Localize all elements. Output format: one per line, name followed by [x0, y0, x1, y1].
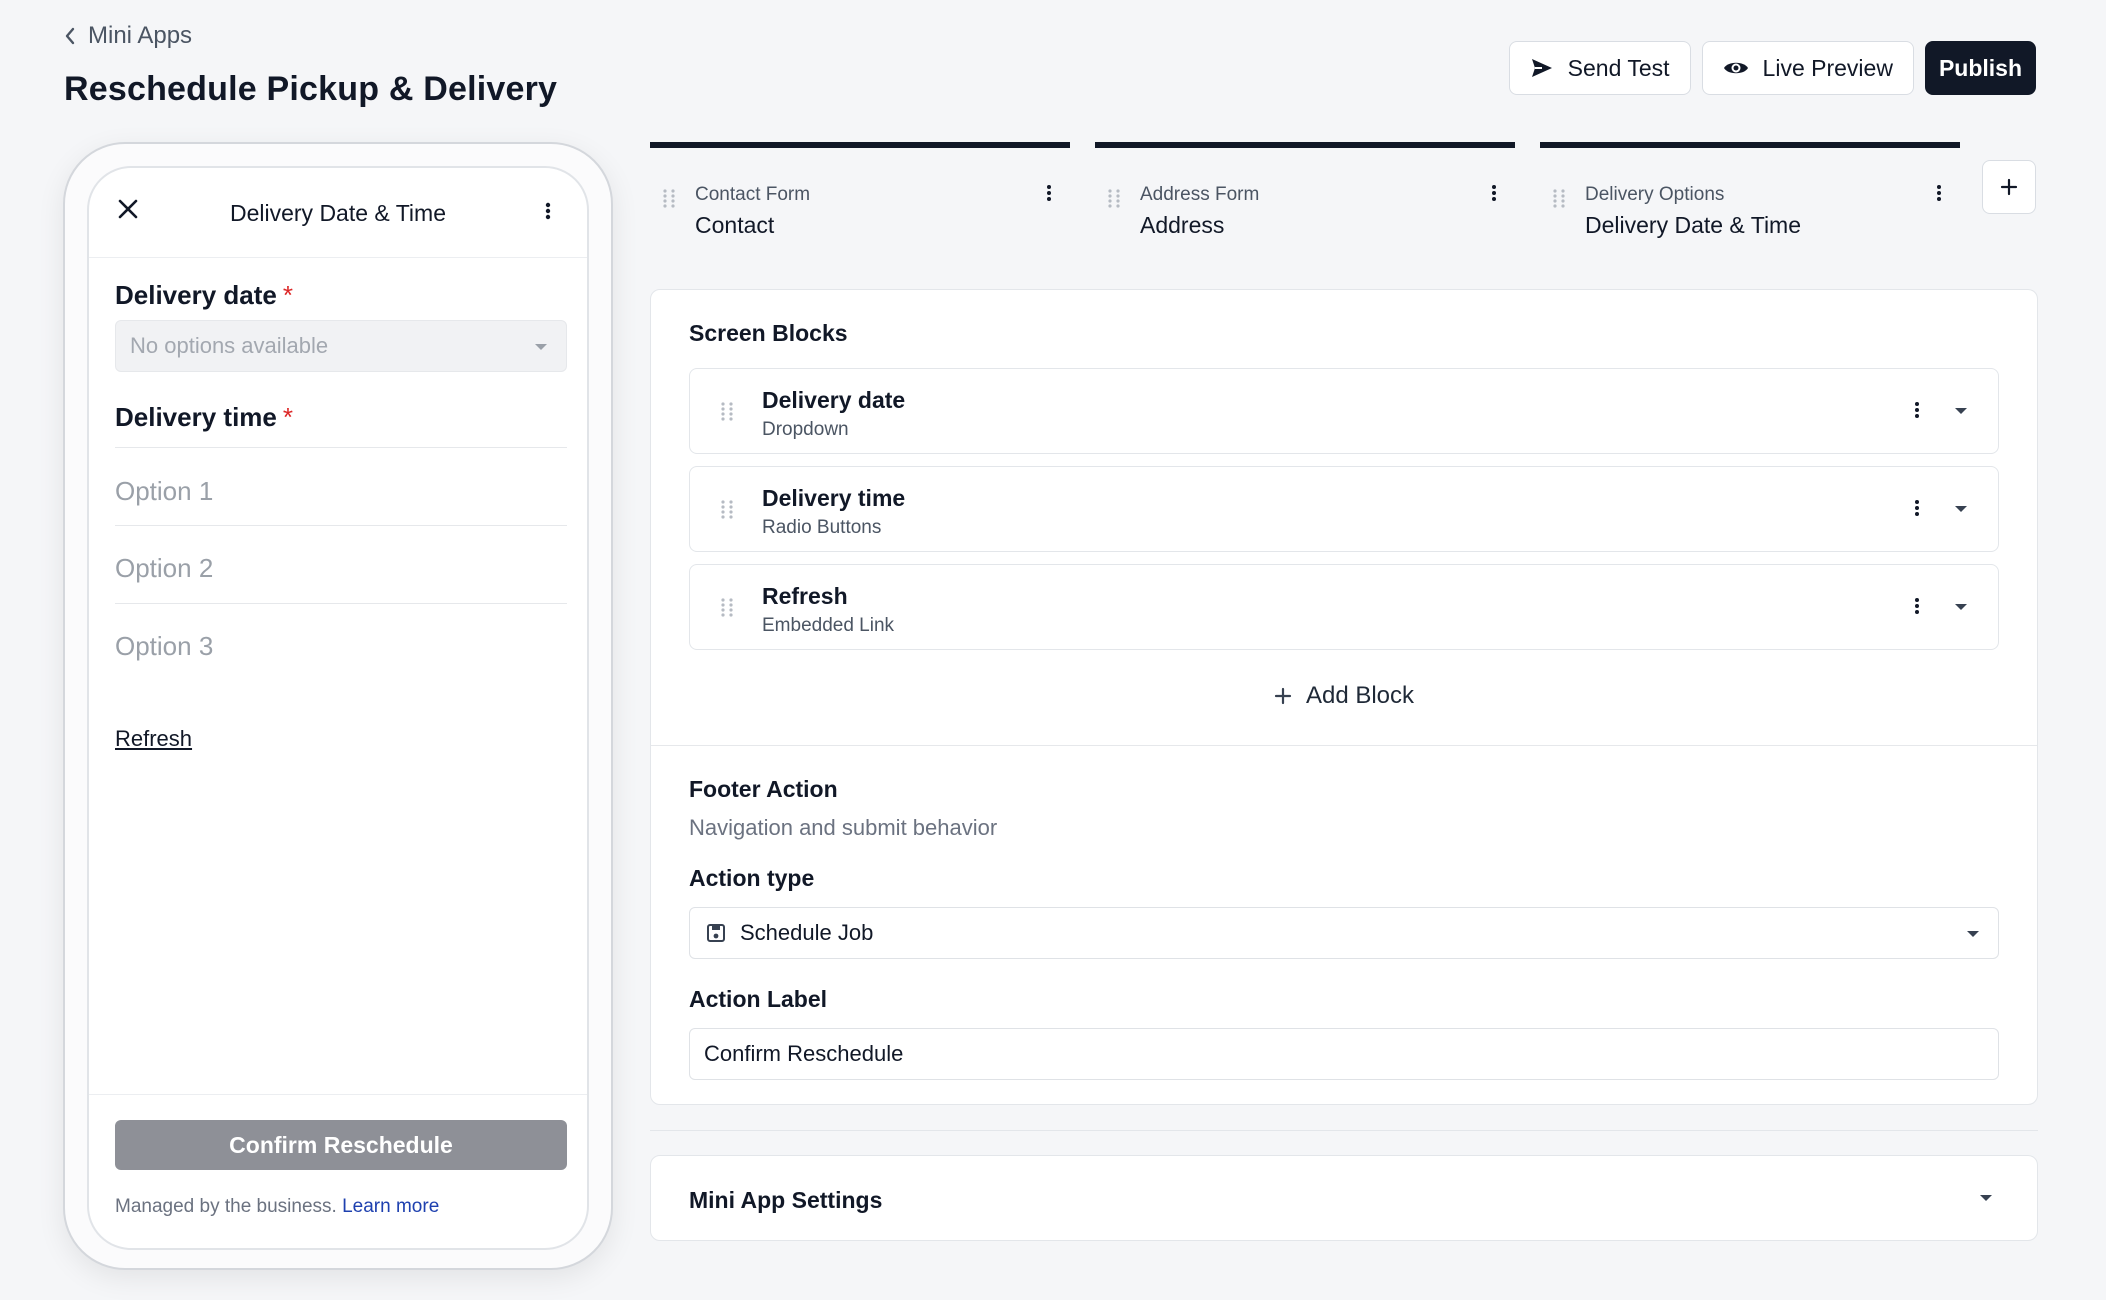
drag-grip-icon[interactable]	[720, 597, 734, 617]
toolbar: Send Test Live Preview Publish	[1508, 41, 2036, 95]
time-option-3[interactable]: Option 3	[115, 631, 213, 662]
block-row-refresh[interactable]: Refresh Embedded Link	[689, 564, 1999, 650]
screen-blocks-title: Screen Blocks	[689, 320, 848, 346]
drag-grip-icon[interactable]	[1552, 188, 1566, 208]
save-icon	[706, 923, 726, 943]
caret-down-icon	[534, 343, 548, 351]
more-vertical-icon[interactable]	[1914, 401, 1920, 419]
caret-down-icon[interactable]	[1979, 1194, 1993, 1202]
managed-note: Managed by the business. Learn more	[115, 1196, 439, 1218]
divider	[650, 1130, 2038, 1131]
caret-down-icon[interactable]	[1954, 407, 1968, 415]
block-type: Dropdown	[762, 419, 849, 440]
screen-type: Delivery Options	[1585, 184, 1725, 205]
delivery-date-dropdown[interactable]: No options available	[115, 320, 567, 372]
block-row-delivery-time[interactable]: Delivery time Radio Buttons	[689, 466, 1999, 552]
screen-type: Address Form	[1140, 184, 1260, 205]
confirm-reschedule-button[interactable]: Confirm Reschedule	[115, 1120, 567, 1170]
refresh-link[interactable]: Refresh	[115, 726, 192, 752]
action-type-value: Schedule Job	[740, 920, 874, 945]
screen-tab-contact[interactable]: Contact Form Contact	[650, 142, 1070, 238]
chevron-left-icon	[64, 27, 76, 45]
preview-header: Delivery Date & Time	[89, 168, 587, 258]
delivery-date-placeholder: No options available	[130, 333, 329, 358]
mini-app-settings-title: Mini App Settings	[689, 1187, 883, 1213]
screen-tab-delivery-options[interactable]: Delivery Options Delivery Date & Time	[1540, 142, 1960, 238]
screen-name: Delivery Date & Time	[1585, 212, 1802, 238]
live-preview-button[interactable]: Live Preview	[1701, 41, 1914, 95]
send-test-button[interactable]: Send Test	[1508, 41, 1691, 95]
drag-grip-icon[interactable]	[720, 499, 734, 519]
divider	[115, 603, 567, 604]
publish-button[interactable]: Publish	[1924, 41, 2036, 95]
learn-more-link[interactable]: Learn more	[342, 1196, 439, 1217]
required-mark: *	[282, 280, 293, 310]
send-icon	[1530, 57, 1554, 79]
send-test-label: Send Test	[1567, 54, 1670, 81]
live-preview-label: Live Preview	[1762, 54, 1893, 81]
mini-app-settings-panel[interactable]: Mini App Settings	[650, 1155, 2038, 1241]
more-vertical-icon[interactable]	[545, 202, 551, 220]
eye-icon	[1723, 59, 1749, 77]
block-name: Refresh	[762, 583, 848, 609]
divider	[89, 1094, 587, 1095]
more-vertical-icon[interactable]	[1914, 597, 1920, 615]
footer-action-title: Footer Action	[689, 776, 838, 802]
drag-grip-icon[interactable]	[662, 188, 676, 208]
delivery-date-label-text: Delivery date	[115, 280, 277, 310]
action-label-label: Action Label	[689, 986, 828, 1012]
caret-down-icon	[1966, 930, 1980, 938]
block-type: Radio Buttons	[762, 517, 882, 538]
time-option-1[interactable]: Option 1	[115, 476, 213, 507]
divider	[115, 447, 567, 448]
managed-note-text: Managed by the business.	[115, 1196, 337, 1217]
time-option-2[interactable]: Option 2	[115, 553, 213, 584]
screen-tab-address[interactable]: Address Form Address	[1095, 142, 1515, 238]
block-name: Delivery time	[762, 485, 906, 511]
plus-icon	[2000, 178, 2018, 196]
screen-name: Address	[1140, 212, 1225, 238]
more-vertical-icon[interactable]	[1046, 184, 1052, 202]
preview-screen-title: Delivery Date & Time	[229, 200, 446, 226]
page-title: Reschedule Pickup & Delivery	[64, 70, 558, 108]
divider	[115, 525, 567, 526]
delivery-date-label: Delivery date *	[115, 280, 293, 311]
add-block-button[interactable]: Add Block	[651, 682, 2037, 710]
add-block-label: Add Block	[1305, 682, 1415, 709]
drag-grip-icon[interactable]	[720, 401, 734, 421]
caret-down-icon[interactable]	[1954, 603, 1968, 611]
more-vertical-icon[interactable]	[1936, 184, 1942, 202]
required-mark: *	[282, 402, 293, 432]
more-vertical-icon[interactable]	[1914, 499, 1920, 517]
divider	[651, 745, 2037, 746]
back-link[interactable]: Mini Apps	[64, 22, 192, 50]
phone-preview: Delivery Date & Time Delivery date * No o…	[63, 142, 613, 1270]
footer-action-subtitle: Navigation and submit behavior	[689, 815, 998, 840]
screen-editor-card: Screen Blocks Delivery date Dropdown Del…	[650, 289, 2038, 1105]
block-name: Delivery date	[762, 387, 906, 413]
delivery-time-label: Delivery time *	[115, 402, 293, 433]
phone-screen: Delivery Date & Time Delivery date * No o…	[87, 166, 589, 1250]
add-screen-button[interactable]	[1982, 160, 2036, 214]
plus-icon	[1274, 687, 1292, 705]
block-row-delivery-date[interactable]: Delivery date Dropdown	[689, 368, 1999, 454]
action-label-input[interactable]: Confirm Reschedule	[689, 1028, 1999, 1080]
action-type-label: Action type	[689, 865, 815, 891]
action-type-select[interactable]: Schedule Job	[689, 907, 1999, 959]
back-link-label: Mini Apps	[88, 22, 193, 49]
delivery-time-label-text: Delivery time	[115, 402, 277, 432]
drag-grip-icon[interactable]	[1107, 188, 1121, 208]
more-vertical-icon[interactable]	[1491, 184, 1497, 202]
screen-name: Contact	[695, 212, 775, 238]
block-type: Embedded Link	[762, 615, 895, 636]
screen-type: Contact Form	[695, 184, 811, 205]
caret-down-icon[interactable]	[1954, 505, 1968, 513]
action-label-value: Confirm Reschedule	[704, 1041, 904, 1066]
